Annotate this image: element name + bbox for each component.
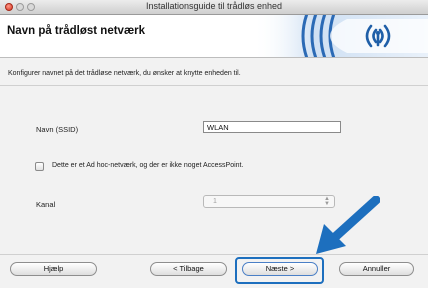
window-title: Installationsguide til trådløs enhed bbox=[145, 1, 283, 11]
cancel-button[interactable]: Annuller bbox=[339, 262, 414, 276]
arrow-pointer-icon bbox=[316, 196, 380, 254]
installer-window: Installationsguide til trådløs enhed Nav… bbox=[0, 0, 428, 288]
ssid-label: Navn (SSID) bbox=[36, 125, 79, 134]
page-title: Navn på trådløst netværk bbox=[7, 25, 146, 37]
wireless-signal-icon bbox=[253, 15, 428, 57]
channel-label: Kanal bbox=[36, 200, 56, 209]
channel-value: 1 bbox=[213, 198, 217, 205]
divider bbox=[0, 85, 428, 86]
adhoc-checkbox-label: Dette er et Ad hoc-netværk, og der er ik… bbox=[52, 162, 244, 169]
next-button-highlight bbox=[235, 257, 324, 284]
ssid-input[interactable] bbox=[203, 121, 341, 133]
header-banner: Navn på trådløst netværk bbox=[0, 15, 428, 58]
back-button[interactable]: < Tilbage bbox=[150, 262, 227, 276]
help-button[interactable]: Hjælp bbox=[10, 262, 97, 276]
title-bar: Installationsguide til trådløs enhed bbox=[0, 0, 428, 15]
adhoc-checkbox[interactable] bbox=[35, 162, 44, 171]
instruction-text: Konfigurer navnet på det trådløse netvær… bbox=[8, 70, 241, 77]
